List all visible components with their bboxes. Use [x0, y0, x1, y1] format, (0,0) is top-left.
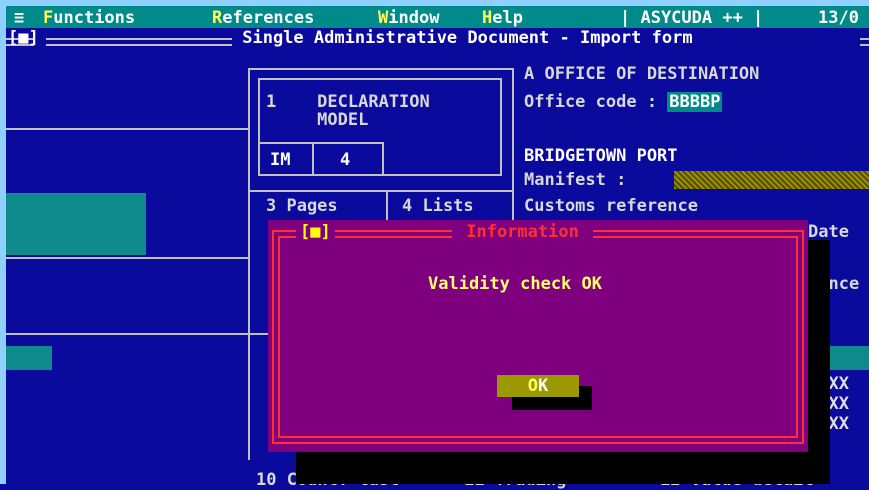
ok-label: K: [538, 376, 549, 396]
manifest-label: Manifest :: [524, 170, 627, 190]
menu-window[interactable]: Window: [378, 8, 439, 28]
model-code: IM: [270, 150, 291, 170]
office-code-label: Office code :: [524, 92, 668, 112]
form-divider-3: [6, 333, 268, 335]
box1-inner-bottom: [258, 174, 502, 176]
menu-references[interactable]: References: [212, 8, 314, 28]
model-number: 4: [340, 150, 351, 170]
box1-model-sep2: [382, 142, 384, 176]
system-menu-icon[interactable]: ≡: [14, 8, 24, 28]
customs-reference-label: Customs reference: [524, 196, 698, 216]
box1-model-line: [258, 142, 384, 144]
menu-functions-hotkey: F: [43, 8, 54, 28]
menu-window-hotkey: W: [378, 8, 389, 28]
dialog-title: Information: [452, 222, 594, 242]
box1-right: [512, 68, 514, 192]
dialog-close-box[interactable]: [■]: [296, 222, 335, 242]
box1-model-sep1: [312, 142, 314, 176]
office-name: BRIDGETOWN PORT: [524, 146, 678, 166]
box1-inner-left: [258, 78, 260, 176]
title-line-right: [860, 38, 869, 40]
ok-hotkey: O: [527, 376, 538, 396]
box1-left: [248, 68, 250, 192]
window-title: Single Administrative Document - Import …: [232, 28, 703, 48]
title-line-mid-2: [46, 44, 232, 46]
box1-top: [248, 68, 514, 70]
date-display: 13/0: [818, 8, 859, 28]
pages-field: 3 Pages: [266, 196, 338, 216]
menu-help-hotkey: H: [482, 8, 493, 28]
ok-button[interactable]: OK: [497, 375, 579, 397]
information-dialog: [268, 220, 808, 452]
box1-label-2: MODEL: [266, 110, 369, 130]
title-line-mid: [46, 38, 232, 40]
title-line-right-2: [860, 44, 869, 46]
field-block-small[interactable]: [6, 346, 52, 370]
date-label: Date: [808, 222, 849, 242]
app-name: | ASYCUDA ++ |: [620, 8, 764, 28]
box1-inner-top: [258, 78, 502, 80]
field-block-left[interactable]: [6, 193, 146, 255]
office-code-field[interactable]: Office code : BBBBP: [524, 92, 723, 112]
box1-bottom: [248, 190, 514, 192]
menu-references-hotkey: R: [212, 8, 223, 28]
form-col-left: [248, 190, 250, 460]
dialog-message: Validity check OK: [428, 274, 602, 294]
menu-help-label: elp: [492, 8, 523, 28]
office-heading: A OFFICE OF DESTINATION: [524, 64, 760, 84]
office-code-value: BBBBP: [667, 92, 723, 112]
menu-functions[interactable]: Functions: [43, 8, 135, 28]
window-close-box[interactable]: [■]: [8, 28, 39, 48]
menu-help[interactable]: Help: [482, 8, 523, 28]
form-divider-1: [6, 128, 248, 130]
dialog-shadow-right: [808, 240, 830, 484]
menu-functions-label: unctions: [53, 8, 136, 28]
dialog-close-glyph: [■]: [300, 222, 331, 242]
form-divider-2: [6, 257, 248, 259]
lists-field: 4 Lists: [402, 196, 474, 216]
menu-references-label: eferences: [222, 8, 315, 28]
manifest-input[interactable]: [674, 171, 869, 189]
dialog-shadow-bottom: [296, 450, 820, 484]
box1-label: 1 DECLARATION: [266, 92, 430, 112]
box1-inner-right: [500, 78, 502, 176]
menu-window-label: indow: [388, 8, 440, 28]
